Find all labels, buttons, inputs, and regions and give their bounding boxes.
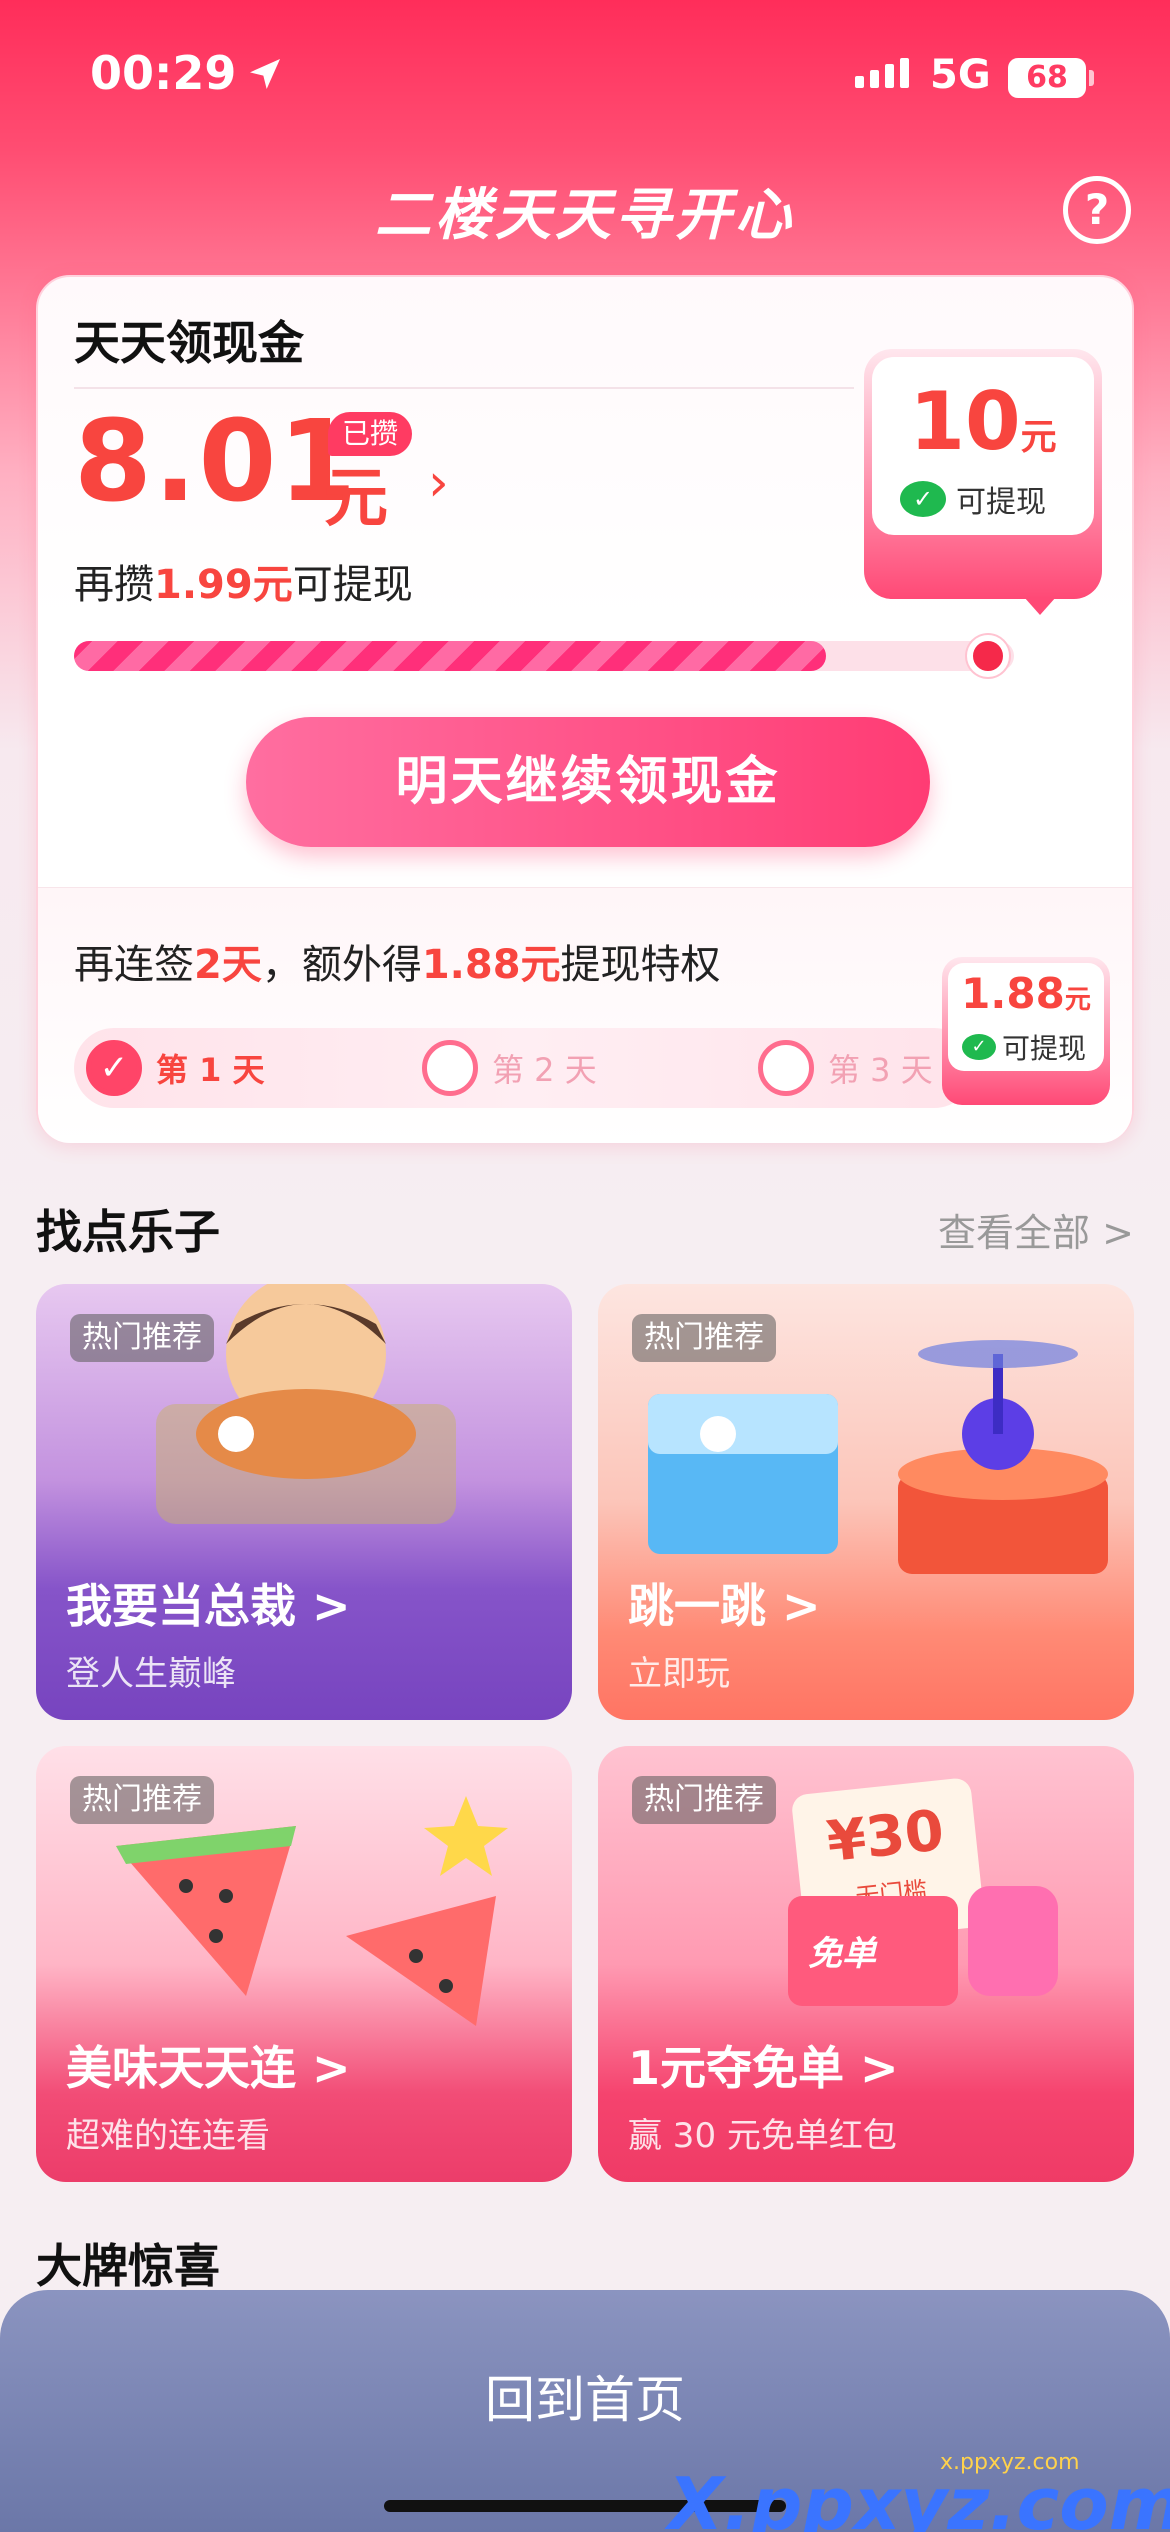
bonus-badge: 1.88元 ✓ 可提现 [942,957,1110,1105]
signal-icon [855,58,909,88]
hot-tag: 热门推荐 [632,1314,776,1362]
game-subtitle: 赢 30 元免单红包 [628,2116,897,2156]
check-icon: ✓ [86,1040,142,1096]
network-label: 5G [930,52,991,98]
bonus-withdraw-label: ✓ 可提现 [962,1027,1086,1067]
collect-tomorrow-button[interactable]: 明天继续领现金 [246,717,930,847]
see-all-link[interactable]: 查看全部 > [938,1202,1134,1257]
cash-card: 天天领现金 8.01 元 已攒 › 再攒1.99元可提现 10元 ✓ 可提现 明天… [36,275,1134,1143]
game-subtitle: 超难的连连看 [66,2116,270,2156]
hot-tag: 热门推荐 [632,1776,776,1824]
section-title-brand: 大牌惊喜 [36,2239,220,2293]
withdraw-goal-badge: 10元 ✓ 可提现 [864,349,1102,599]
day-1[interactable]: ✓ 第 1 天 [86,1040,265,1096]
wechat-pay-icon: ✓ [900,481,946,517]
hot-tag: 热门推荐 [70,1776,214,1824]
saved-badge: 已攒 [328,412,413,456]
progress-knob [967,635,1009,677]
battery-tip [1089,70,1094,86]
watermark-subtext: x.ppxyz.com [940,2450,1080,2475]
sign-in-text: 再连签2天，额外得1.88元提现特权 [74,942,721,988]
battery-icon: 68 [1008,58,1086,98]
divider [74,387,854,389]
hot-tag: 热门推荐 [70,1314,214,1362]
location-icon [250,59,280,89]
chevron-right-icon[interactable]: › [428,453,449,513]
game-name: 1元夺免单 > [628,2041,899,2095]
red-envelope: 免单 [788,1896,958,2006]
circle-icon [422,1040,478,1096]
game-name: 跳一跳 > [628,1579,821,1633]
back-home-button[interactable]: 回到首页 [0,2360,1170,2432]
goal-value: 10元 [909,375,1057,468]
game-card-ceo[interactable]: 热门推荐 我要当总裁 > 登人生巅峰 [36,1284,572,1720]
watermark-text: X.ppxyz.com [668,2462,1170,2532]
status-bar: 00:29 5G 68 [0,0,1170,150]
watermelon-illustration [116,1796,508,2026]
sign-in-days: ✓ 第 1 天 第 2 天 第 3 天 [74,1028,974,1108]
game-name: 美味天天连 > [66,2041,351,2095]
cash-amount[interactable]: 8.01 [74,397,358,527]
progress-fill [74,641,826,671]
game-subtitle: 立即玩 [628,1654,730,1694]
page-title: 二楼天天寻开心 [375,183,795,248]
game-name: 我要当总裁 > [66,1579,351,1633]
free-order-label: 免单 [808,1934,876,1974]
game-card-jump[interactable]: 热门推荐 跳一跳 > 立即玩 [598,1284,1134,1720]
coupon-amount: ¥30 [823,1798,947,1876]
jump-game-illustration [648,1340,1108,1574]
circle-icon [758,1040,814,1096]
cash-card-title: 天天领现金 [74,316,304,370]
need-more-text: 再攒1.99元可提现 [74,562,413,608]
status-time: 00:29 [90,46,237,100]
game-card-match[interactable]: 热门推荐 美味天天连 > 超难的连连看 [36,1746,572,2182]
section-title-fun: 找点乐子 [36,1205,220,1259]
goal-pointer [1024,597,1056,615]
day-3[interactable]: 第 3 天 [758,1040,933,1096]
pink-mascot [968,1886,1058,1996]
bonus-value: 1.88元 [961,969,1091,1018]
help-icon[interactable]: ? [1063,176,1131,244]
progress-track [74,641,1014,671]
goal-withdraw-label: ✓ 可提现 [900,477,1046,521]
day-2[interactable]: 第 2 天 [422,1040,597,1096]
wechat-pay-icon: ✓ [962,1034,996,1060]
game-card-free-order[interactable]: ¥30 无门槛 免单 热门推荐 1元夺免单 > 赢 30 元免单红包 [598,1746,1134,2182]
cash-unit: 元 [324,462,388,536]
game-subtitle: 登人生巅峰 [66,1654,236,1694]
